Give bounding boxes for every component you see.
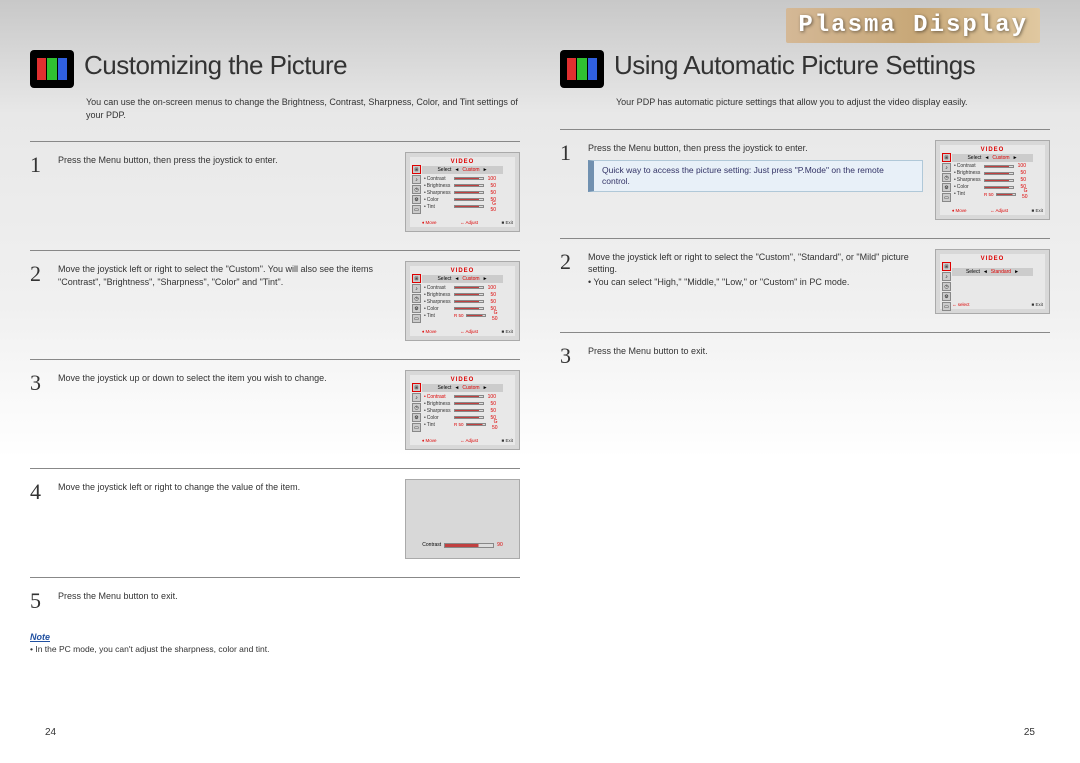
step-number: 3 [560, 343, 576, 369]
step-number: 4 [30, 479, 46, 505]
left-title: Customizing the Picture [84, 50, 347, 81]
step-number: 2 [30, 261, 46, 287]
note-section: Note • In the PC mode, you can't adjust … [30, 632, 520, 654]
osd-select-row: Select ◄ Custom ► [422, 166, 503, 174]
right-step-3: 3 Press the Menu button to exit. [560, 332, 1050, 369]
step-text: Press the Menu button, then press the jo… [588, 140, 923, 193]
page-number-left: 24 [45, 727, 56, 738]
osd-screenshot: ⊞♪◷⚙▭ VIDEO Select◄Custom► Contrast100 B… [935, 140, 1050, 220]
tip-box: Quick way to access the picture setting:… [588, 160, 923, 192]
right-title: Using Automatic Picture Settings [614, 50, 975, 81]
osd-screenshot: Contrast 90 [405, 479, 520, 559]
step-number: 5 [30, 588, 46, 614]
tv-icon [30, 50, 74, 88]
step-text: Press the Menu button, then press the jo… [58, 152, 393, 167]
step-number: 2 [560, 249, 576, 275]
step-text: Press the Menu button to exit. [588, 343, 1050, 358]
left-header: Customizing the Picture [30, 50, 520, 88]
step-number: 1 [30, 152, 46, 178]
tv-icon [560, 50, 604, 88]
note-text: • In the PC mode, you can't adjust the s… [30, 644, 520, 654]
osd-side-icon: ▭ [412, 205, 421, 214]
step-text: Move the joystick up or down to select t… [58, 370, 393, 385]
right-header: Using Automatic Picture Settings [560, 50, 1050, 88]
banner-title: Plasma Display [786, 8, 1040, 43]
osd-side-icon: ⚙ [412, 195, 421, 204]
step-text: Move the joystick left or right to chang… [58, 479, 393, 494]
step-number: 1 [560, 140, 576, 166]
top-banner: Plasma Display [630, 0, 1080, 50]
right-column: Using Automatic Picture Settings Your PD… [560, 50, 1050, 654]
right-step-1: 1 Press the Menu button, then press the … [560, 129, 1050, 220]
left-column: Customizing the Picture You can use the … [30, 50, 520, 654]
osd-title: VIDEO [412, 159, 513, 165]
page-container: Customizing the Picture You can use the … [0, 0, 1080, 654]
left-step-5: 5 Press the Menu button to exit. [30, 577, 520, 614]
osd-side-icon: ♪ [412, 175, 421, 184]
left-desc: You can use the on-screen menus to chang… [86, 96, 520, 121]
osd-side-icon: ⊞ [412, 165, 421, 174]
page-number-right: 25 [1024, 727, 1035, 738]
right-step-2: 2 Move the joystick left or right to sel… [560, 238, 1050, 314]
osd-screenshot: ⊞♪◷⚙▭ VIDEO Select◄Custom► Contrast100 B… [405, 261, 520, 341]
osd-screenshot: ⊞♪◷⚙▭ VIDEO Select◄Standard► ↔ select■ E… [935, 249, 1050, 314]
left-step-1: 1 Press the Menu button, then press the … [30, 141, 520, 232]
osd-screenshot: ⊞ ♪ ◷ ⚙ ▭ VIDEO Select ◄ Custom ► Contra… [405, 152, 520, 232]
step-text: Move the joystick left or right to selec… [58, 261, 393, 288]
step-text: Move the joystick left or right to selec… [588, 249, 923, 289]
right-desc: Your PDP has automatic picture settings … [616, 96, 1050, 109]
osd-side-icon: ◷ [412, 185, 421, 194]
step-text: Press the Menu button to exit. [58, 588, 520, 603]
left-step-3: 3 Move the joystick up or down to select… [30, 359, 520, 450]
left-step-4: 4 Move the joystick left or right to cha… [30, 468, 520, 559]
step-number: 3 [30, 370, 46, 396]
osd-screenshot: ⊞♪◷⚙▭ VIDEO Select◄Custom► Contrast100 B… [405, 370, 520, 450]
left-step-2: 2 Move the joystick left or right to sel… [30, 250, 520, 341]
note-label: Note [30, 632, 520, 642]
